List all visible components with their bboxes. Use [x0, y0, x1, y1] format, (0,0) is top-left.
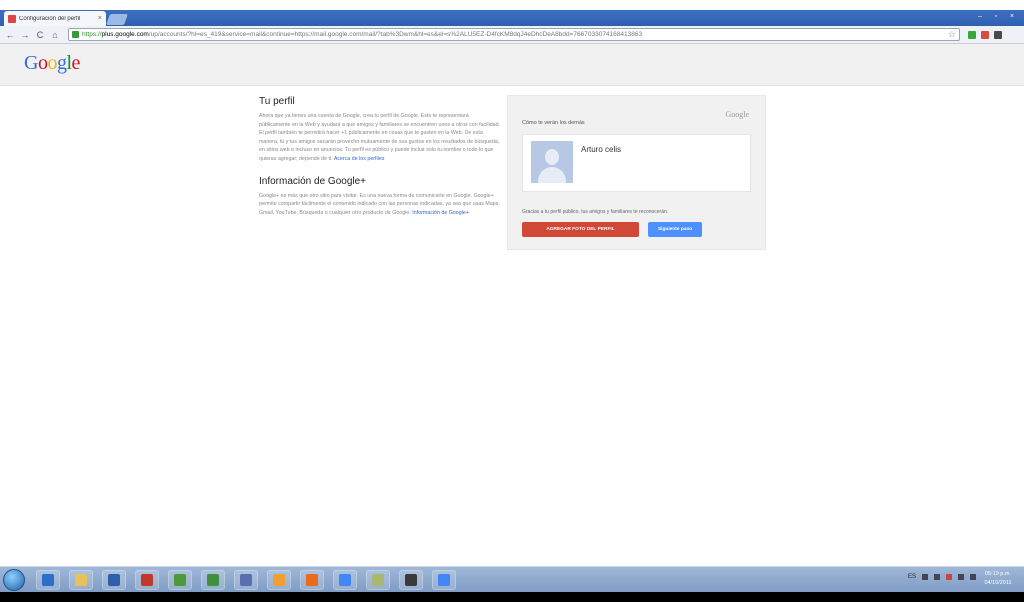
tab-title: Configuración del perfil	[19, 15, 81, 22]
tab-close-icon[interactable]: ×	[98, 15, 102, 22]
system-tray: ES	[908, 574, 976, 580]
tray-icon[interactable]	[934, 574, 940, 580]
profile-section-title: Tu perfil	[259, 96, 295, 107]
browser-toolbar: ← → C ⌂ https:// plus.google.com /up/acc…	[0, 26, 1024, 44]
messenger-icon[interactable]	[267, 570, 291, 590]
filezilla-icon[interactable]	[135, 570, 159, 590]
tab-strip: Configuración del perfil × – ▫ ×	[0, 10, 1024, 26]
google-logo[interactable]: Google	[24, 52, 80, 75]
start-button[interactable]	[3, 569, 25, 591]
bookmark-star-icon[interactable]: ☆	[948, 29, 956, 40]
gplus-section-text: Google+ es más que otro sitio para visit…	[259, 192, 501, 218]
profile-card: Arturo celis	[522, 134, 751, 192]
clock-time: 05:13 p.m.	[985, 571, 1011, 577]
page-header: Google	[0, 44, 1024, 86]
maximize-button[interactable]: ▫	[990, 12, 1002, 21]
profile-name: Arturo celis	[581, 145, 622, 154]
screen: Configuración del perfil × – ▫ × ← → C ⌂…	[0, 0, 1024, 602]
new-tab-button[interactable]	[105, 14, 129, 25]
taskbar-app-icon[interactable]	[366, 570, 390, 590]
logo-letter: o	[47, 52, 57, 74]
gplus-section-title: Información de Google+	[259, 175, 367, 187]
profile-preview-panel: Google Cómo te verán los demás Arturo ce…	[507, 95, 766, 250]
taskbar-app-icon[interactable]	[102, 570, 126, 590]
add-profile-photo-button[interactable]: AGREGAR FOTO DEL PERFIL	[522, 222, 639, 237]
tray-icon[interactable]	[946, 574, 952, 580]
google-favicon-icon	[8, 14, 16, 23]
profile-section-text: Ahora que ya tienes una cuenta de Google…	[259, 112, 501, 164]
preview-title: Cómo te verán los demás	[522, 120, 585, 126]
taskbar-app-icon[interactable]	[69, 570, 93, 590]
window-controls: – ▫ ×	[974, 12, 1018, 21]
language-indicator[interactable]: ES	[908, 574, 916, 580]
back-button[interactable]: ←	[4, 29, 16, 41]
excel-icon[interactable]	[201, 570, 225, 590]
address-bar[interactable]: https:// plus.google.com /up/accounts/?h…	[68, 28, 960, 41]
taskbar-app-icon[interactable]	[234, 570, 258, 590]
home-button[interactable]: ⌂	[49, 29, 61, 41]
extension-icon[interactable]	[981, 30, 989, 39]
wrench-menu-icon[interactable]	[994, 30, 1002, 39]
minimize-button[interactable]: –	[974, 12, 986, 21]
avatar[interactable]	[531, 141, 573, 183]
tray-icon[interactable]	[922, 574, 928, 580]
system-clock[interactable]: 05:13 p.m. 04/10/2011	[978, 570, 1018, 588]
volume-icon[interactable]	[970, 574, 976, 580]
taskbar-app-icon[interactable]	[399, 570, 423, 590]
taskbar-apps	[36, 570, 456, 590]
avatar-body-shape	[538, 167, 566, 183]
url-path: /up/accounts/?hl=es_419&service=mail&con…	[148, 31, 643, 38]
extension-icon[interactable]	[968, 30, 976, 39]
firefox-icon[interactable]	[300, 570, 324, 590]
forward-button[interactable]: →	[19, 29, 31, 41]
next-step-button[interactable]: Siguiente paso	[648, 222, 702, 237]
url-host: plus.google.com	[101, 31, 149, 38]
lock-icon	[72, 31, 79, 38]
chrome-icon[interactable]	[333, 570, 357, 590]
network-icon[interactable]	[958, 574, 964, 580]
letterbox-bar	[0, 592, 1024, 602]
preview-note: Gracias a tu perfil público, tus amigos …	[522, 209, 669, 215]
info-column: Tu perfil Ahora que ya tienes una cuenta…	[259, 96, 501, 217]
extension-icons	[968, 30, 1002, 39]
clock-date: 04/10/2011	[984, 580, 1012, 586]
gplus-info-link[interactable]: Información de Google+	[412, 210, 469, 216]
taskbar-app-icon[interactable]	[168, 570, 192, 590]
about-profiles-link[interactable]: Acerca de los perfiles	[334, 156, 385, 162]
logo-letter: e	[71, 52, 81, 74]
url-protocol: https://	[82, 31, 102, 38]
reload-button[interactable]: C	[34, 29, 46, 41]
gplus-section: Información de Google+ Google+ es más qu…	[259, 176, 501, 218]
logo-letter: G	[24, 52, 38, 74]
taskbar: ES 05:13 p.m. 04/10/2011	[0, 566, 1024, 592]
taskbar-app-icon[interactable]	[36, 570, 60, 590]
browser-tab[interactable]: Configuración del perfil ×	[4, 11, 106, 26]
chrome-icon[interactable]	[432, 570, 456, 590]
profile-body: Ahora que ya tienes una cuenta de Google…	[259, 113, 501, 162]
avatar-head-shape	[545, 149, 559, 165]
panel-google-mark: Google	[725, 110, 749, 119]
close-window-button[interactable]: ×	[1006, 12, 1018, 21]
